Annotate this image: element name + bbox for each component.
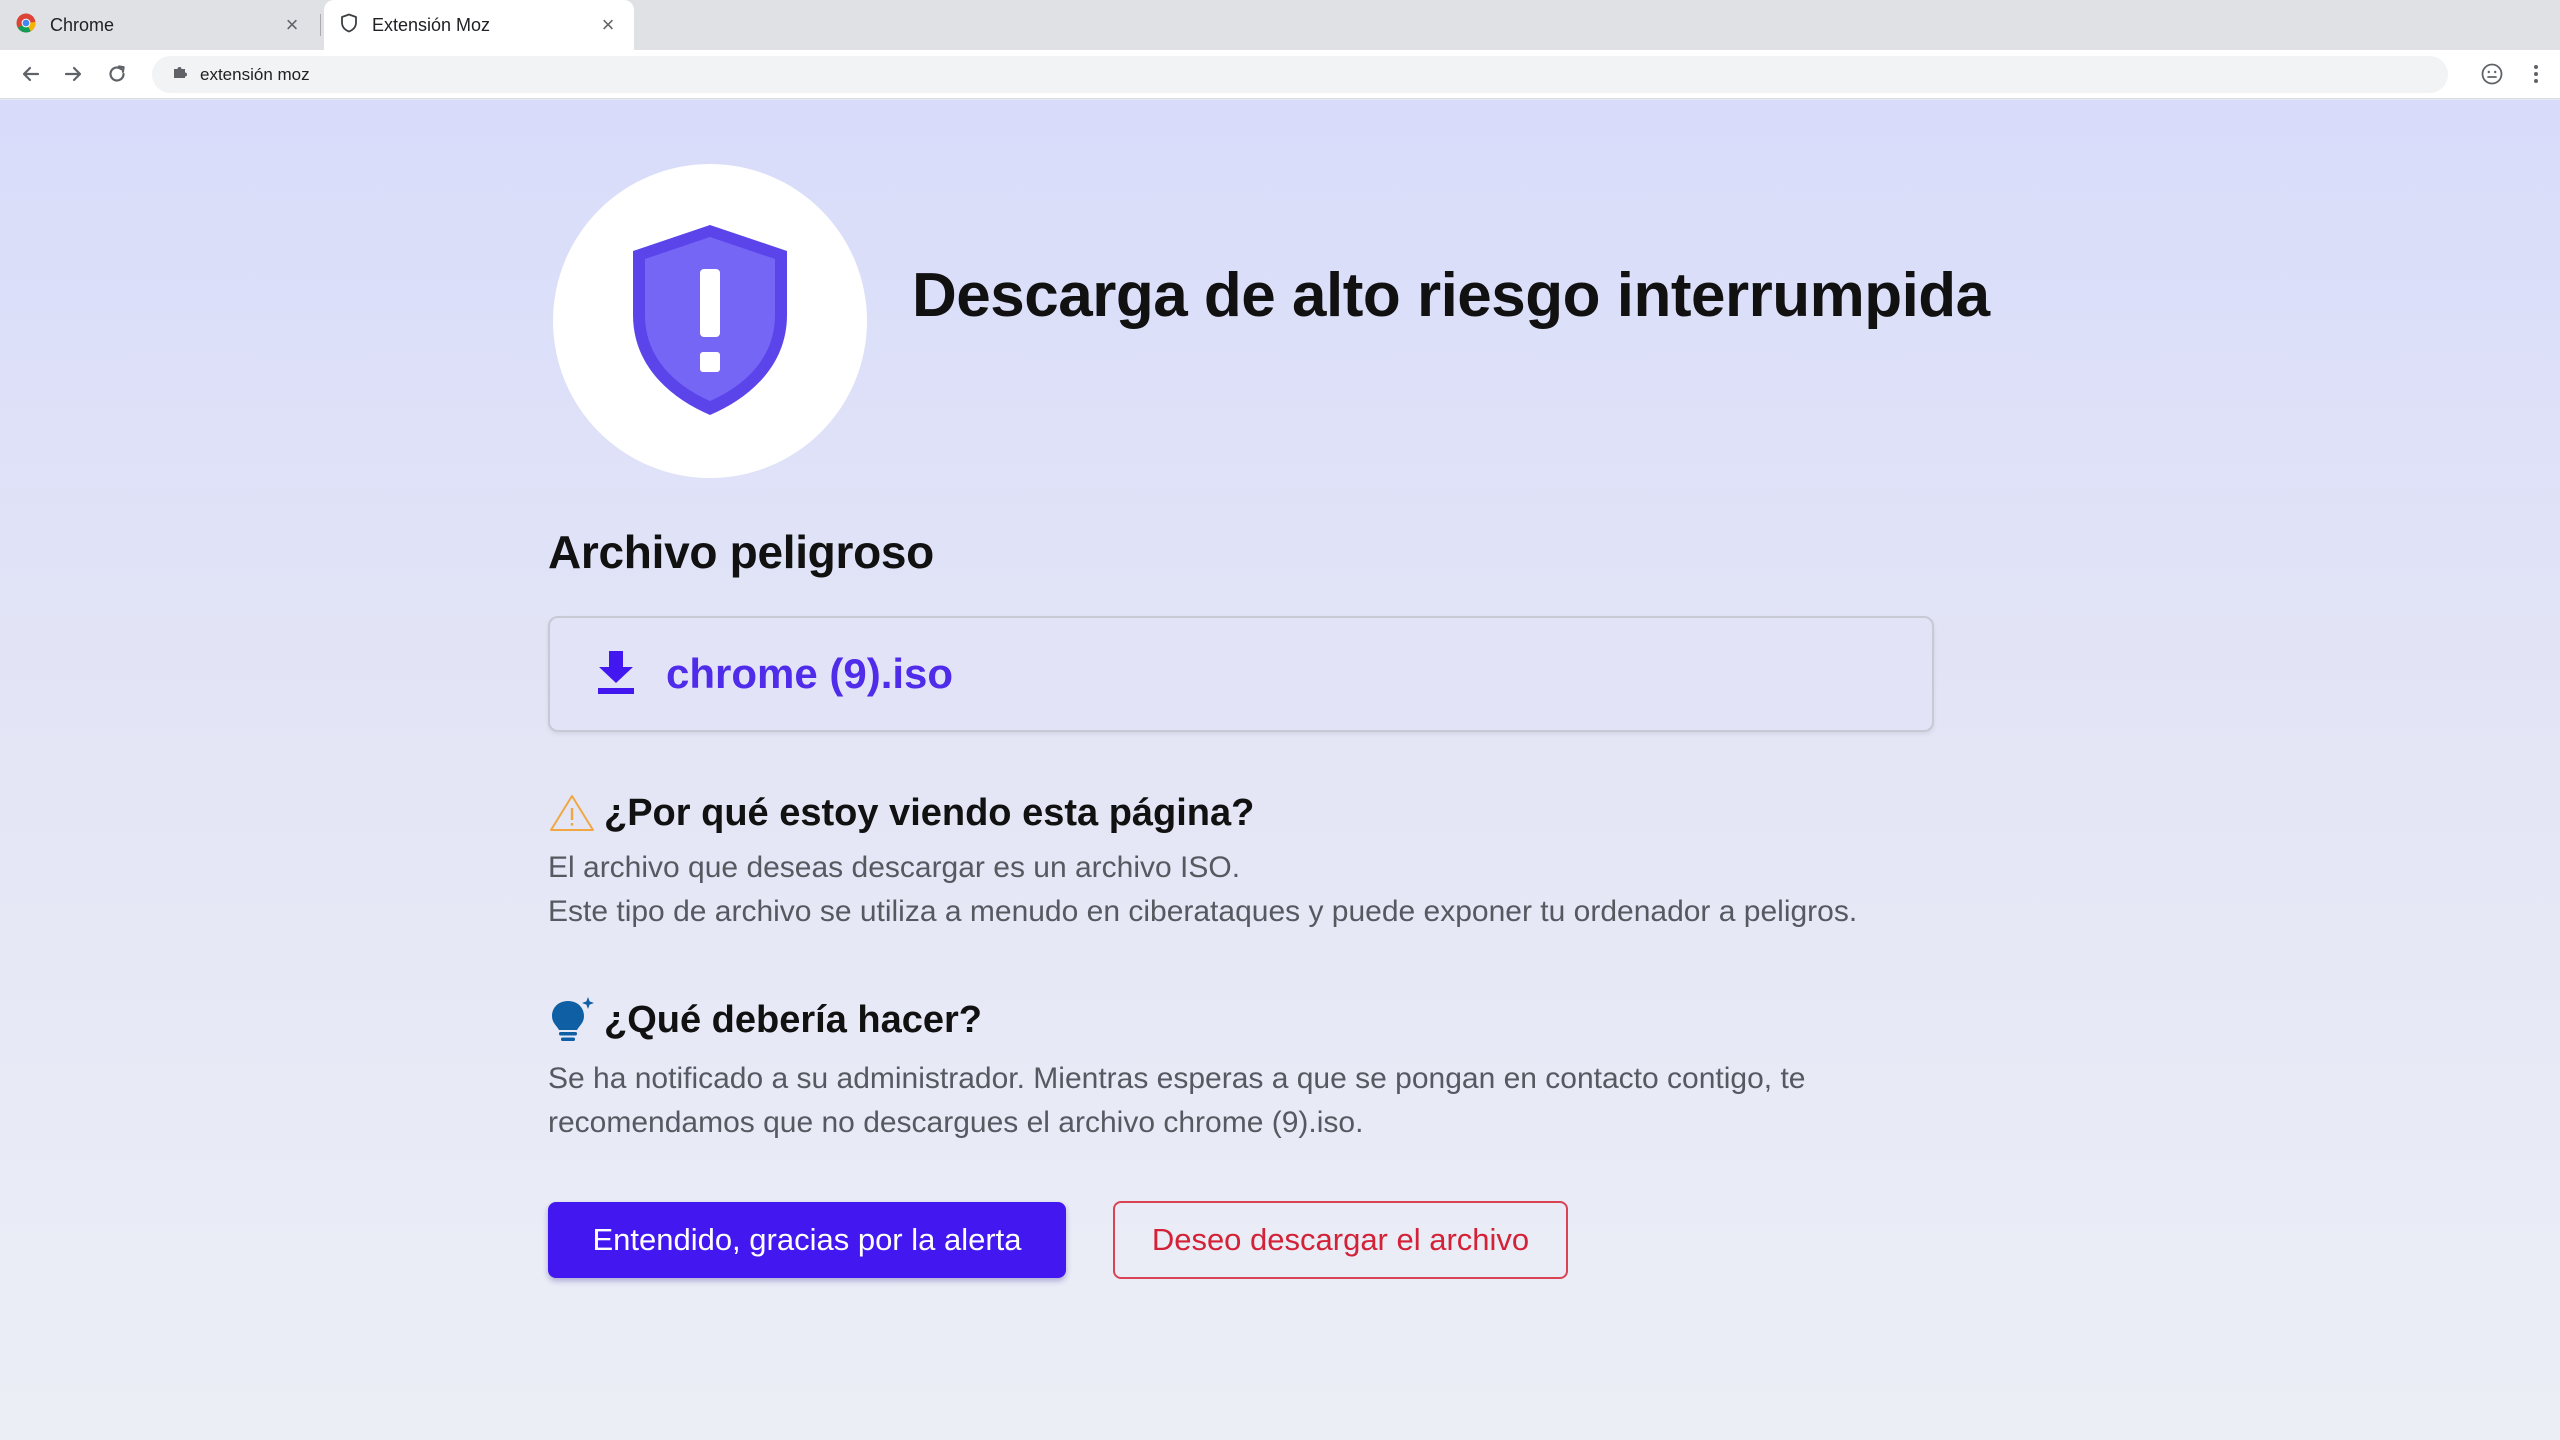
lightbulb-icon (548, 995, 604, 1045)
file-card: chrome (9).iso (548, 616, 1934, 732)
tab-label: Extensión Moz (372, 14, 491, 35)
what-text: Se ha notificado a su administrador. Mie… (548, 1057, 1968, 1145)
download-anyway-button[interactable]: Deseo descargar el archivo (1113, 1201, 1568, 1279)
address-bar[interactable]: extensión moz (152, 56, 2448, 93)
chrome-logo-icon (16, 13, 36, 38)
reload-icon[interactable] (100, 57, 134, 91)
forward-icon[interactable] (56, 57, 90, 91)
profile-icon[interactable] (2476, 58, 2508, 90)
file-name: chrome (9).iso (666, 650, 954, 697)
more-menu-icon[interactable] (2520, 58, 2552, 90)
shield-warning-icon (625, 219, 795, 424)
what-line-1: Se ha notificado a su administrador. Mie… (548, 1062, 1806, 1095)
close-tab-icon[interactable]: × (596, 13, 620, 37)
close-tab-icon[interactable]: × (280, 13, 304, 37)
what-heading-text: ¿Qué debería hacer? (604, 998, 983, 1041)
what-heading: ¿Qué debería hacer? (548, 995, 982, 1045)
why-line-1: El archivo que deseas descargar es un ar… (548, 851, 1241, 884)
tab-strip: Chrome × Extensión Moz × (0, 0, 2560, 50)
page-title: Descarga de alto riesgo interrumpida (912, 261, 1990, 330)
puzzle-icon (172, 64, 188, 85)
download-icon (596, 649, 636, 700)
tab-label: Chrome (50, 14, 115, 35)
section-heading: Archivo peligroso (548, 526, 934, 578)
tab-extension-moz[interactable]: Extensión Moz × (324, 0, 634, 50)
back-icon[interactable] (14, 57, 48, 91)
tab-separator (320, 14, 321, 36)
tab-chrome[interactable]: Chrome × (0, 0, 318, 50)
what-line-2: recomendamos que no descargues el archiv… (548, 1106, 1364, 1139)
browser-toolbar: extensión moz (0, 50, 2560, 99)
why-line-2: Este tipo de archivo se utiliza a menudo… (548, 895, 1858, 928)
warning-icon (548, 788, 604, 838)
acknowledge-button[interactable]: Entendido, gracias por la alerta (548, 1202, 1066, 1278)
address-text: extensión moz (200, 64, 310, 84)
shield-outline-icon (340, 13, 358, 38)
shield-badge (553, 164, 867, 478)
why-heading-text: ¿Por qué estoy viendo esta página? (604, 791, 1255, 834)
why-heading: ¿Por qué estoy viendo esta página? (548, 788, 1254, 838)
page-viewport: Descarga de alto riesgo interrumpida Arc… (0, 100, 2560, 1440)
why-text: El archivo que deseas descargar es un ar… (548, 846, 1968, 934)
